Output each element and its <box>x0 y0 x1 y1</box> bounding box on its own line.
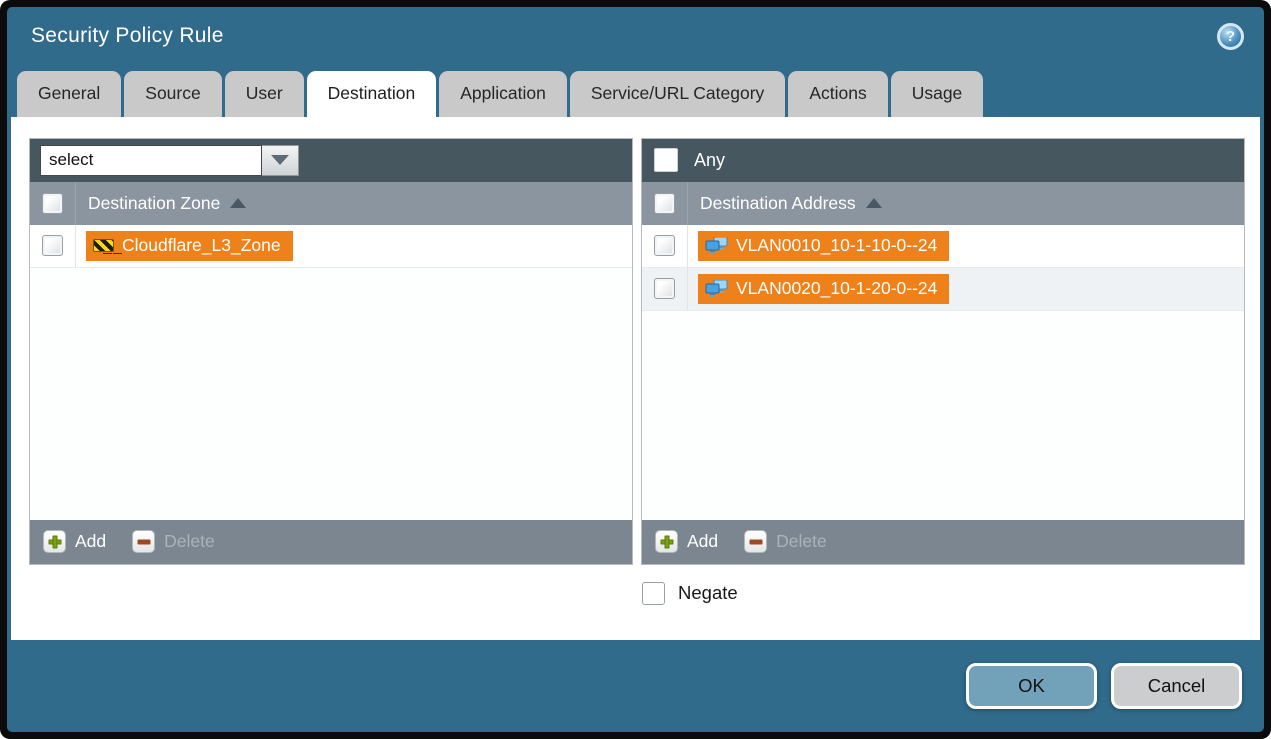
zone-panel-toolbar <box>30 139 632 182</box>
row-check-cell <box>642 225 688 267</box>
tab-usage[interactable]: Usage <box>891 71 984 117</box>
tab-actions[interactable]: Actions <box>788 71 887 117</box>
zone-item-label: Cloudflare_L3_Zone <box>122 235 281 256</box>
zone-select-input[interactable] <box>40 145 262 176</box>
address-item[interactable]: VLAN0010_10-1-10-0--24 <box>698 231 949 261</box>
zone-select-dropdown-button[interactable] <box>262 145 299 176</box>
row-checkbox[interactable] <box>654 278 675 299</box>
tab-general[interactable]: General <box>17 71 121 117</box>
row-check-cell <box>642 268 688 310</box>
network-address-icon <box>705 237 728 254</box>
address-item[interactable]: VLAN0020_10-1-20-0--24 <box>698 274 949 304</box>
tab-service-url-category[interactable]: Service/URL Category <box>570 71 785 117</box>
zone-select-all-cell <box>30 182 76 225</box>
row-checkbox[interactable] <box>654 235 675 256</box>
minus-icon <box>132 530 155 553</box>
tab-user[interactable]: User <box>225 71 304 117</box>
cancel-button[interactable]: Cancel <box>1111 663 1242 709</box>
ok-button[interactable]: OK <box>966 663 1097 709</box>
address-select-all-cell <box>642 182 688 225</box>
tab-content-destination: Destination Zone Cloudflare_L3_Zone <box>11 117 1260 640</box>
panels: Destination Zone Cloudflare_L3_Zone <box>29 138 1245 565</box>
any-checkbox[interactable] <box>654 148 678 172</box>
zone-select-all-checkbox[interactable] <box>42 193 63 214</box>
row-check-cell <box>30 225 76 267</box>
dialog-footer: OK Cancel <box>7 640 1264 732</box>
zone-column-label[interactable]: Destination Zone <box>88 193 220 214</box>
destination-address-panel: Any Destination Address <box>641 138 1245 565</box>
security-policy-rule-dialog: Security Policy Rule ? General Source Us… <box>7 7 1264 732</box>
address-item-label: VLAN0010_10-1-10-0--24 <box>736 235 937 256</box>
zone-select-combo <box>40 145 299 176</box>
zone-panel-footer: Add Delete <box>30 520 632 564</box>
dialog-frame: Security Policy Rule ? General Source Us… <box>0 0 1271 739</box>
address-panel-footer: Add Delete <box>642 520 1244 564</box>
tab-strip: General Source User Destination Applicat… <box>7 66 1264 117</box>
address-panel-toolbar: Any <box>642 139 1244 182</box>
zone-list: Cloudflare_L3_Zone <box>30 225 632 520</box>
dialog-title: Security Policy Rule <box>31 24 224 48</box>
chevron-down-icon <box>271 155 289 165</box>
address-list: VLAN0010_10-1-10-0--24 <box>642 225 1244 520</box>
sort-ascending-icon[interactable] <box>866 198 882 208</box>
plus-icon <box>43 530 66 553</box>
add-zone-button[interactable]: Add <box>43 530 106 553</box>
title-bar: Security Policy Rule ? <box>7 7 1264 66</box>
address-select-all-checkbox[interactable] <box>654 193 675 214</box>
destination-zone-panel: Destination Zone Cloudflare_L3_Zone <box>29 138 633 565</box>
zone-icon <box>93 239 114 252</box>
negate-label: Negate <box>678 582 738 604</box>
tab-destination[interactable]: Destination <box>307 71 437 117</box>
table-row[interactable]: Cloudflare_L3_Zone <box>30 225 632 268</box>
any-label: Any <box>694 150 725 171</box>
address-column-label[interactable]: Destination Address <box>700 193 856 214</box>
row-checkbox[interactable] <box>42 235 63 256</box>
tab-application[interactable]: Application <box>439 71 567 117</box>
sort-ascending-icon[interactable] <box>230 198 246 208</box>
delete-label: Delete <box>164 531 215 552</box>
negate-checkbox[interactable] <box>642 582 665 605</box>
zone-item[interactable]: Cloudflare_L3_Zone <box>86 231 293 261</box>
zone-column-header: Destination Zone <box>30 182 632 225</box>
delete-zone-button[interactable]: Delete <box>132 530 215 553</box>
delete-label: Delete <box>776 531 827 552</box>
network-address-icon <box>705 280 728 297</box>
table-row[interactable]: VLAN0010_10-1-10-0--24 <box>642 225 1244 268</box>
plus-icon <box>655 530 678 553</box>
add-label: Add <box>687 531 718 552</box>
help-icon[interactable]: ? <box>1217 23 1244 50</box>
address-column-header: Destination Address <box>642 182 1244 225</box>
tab-source[interactable]: Source <box>124 71 221 117</box>
add-label: Add <box>75 531 106 552</box>
add-address-button[interactable]: Add <box>655 530 718 553</box>
delete-address-button[interactable]: Delete <box>744 530 827 553</box>
address-item-label: VLAN0020_10-1-20-0--24 <box>736 278 937 299</box>
table-row[interactable]: VLAN0020_10-1-20-0--24 <box>642 268 1244 311</box>
negate-row: Negate <box>642 582 1245 605</box>
minus-icon <box>744 530 767 553</box>
